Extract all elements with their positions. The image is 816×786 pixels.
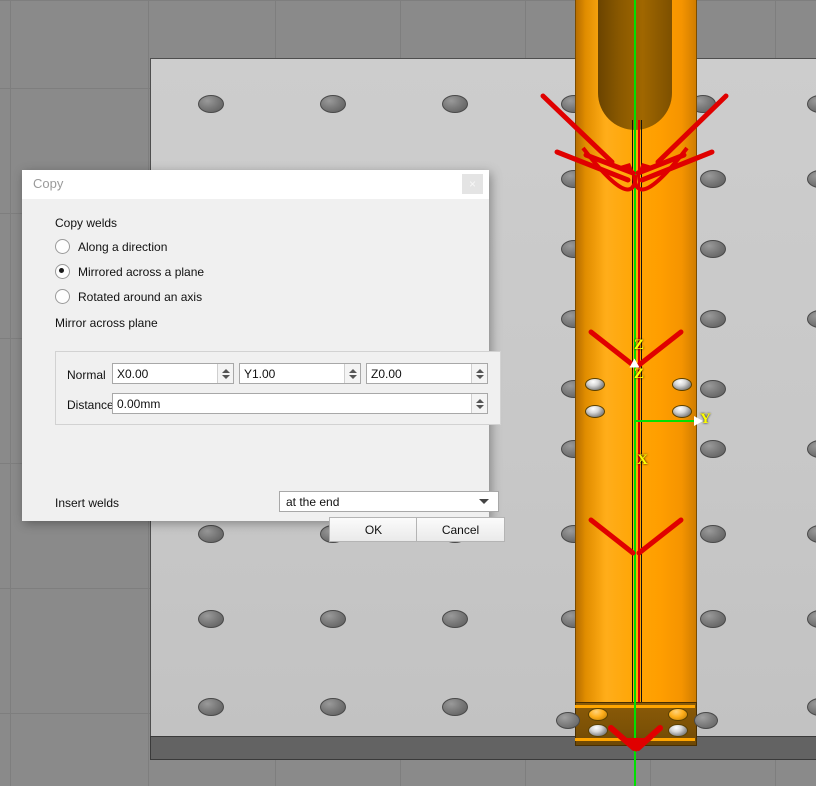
distance-label: Distance <box>67 398 114 412</box>
axis-arrowhead-z <box>629 358 640 368</box>
radio-label-mirrored-across-a-plane: Mirrored across a plane <box>78 264 205 279</box>
dialog-body: Copy welds Along a direction Mirrored ac… <box>22 199 505 542</box>
weld-chevron-lower <box>588 517 684 556</box>
normal-z-stepper[interactable] <box>471 364 487 383</box>
insert-welds-label: Insert welds <box>55 496 120 510</box>
close-icon[interactable]: × <box>462 174 483 194</box>
copy-dialog[interactable]: Copy × Copy welds Along a direction Mirr… <box>22 170 505 542</box>
distance-input[interactable] <box>113 394 471 413</box>
ok-button[interactable]: OK <box>329 517 418 542</box>
axis-label-z-upper: Z <box>634 337 645 353</box>
normal-y-input[interactable] <box>240 364 344 383</box>
radio-mirrored-across-a-plane[interactable]: Mirrored across a plane <box>55 264 204 279</box>
insert-welds-dropdown[interactable]: at the end <box>279 491 499 512</box>
radio-rotated-around-an-axis[interactable]: Rotated around an axis <box>55 289 202 304</box>
normal-z-input[interactable] <box>367 364 471 383</box>
normal-x-stepper[interactable] <box>217 364 233 383</box>
axis-line-y <box>636 420 696 422</box>
normal-y-stepper[interactable] <box>344 364 360 383</box>
radio-label-along-a-direction: Along a direction <box>78 239 168 254</box>
copy-welds-group-label: Copy welds <box>55 216 118 230</box>
distance-stepper[interactable] <box>471 394 487 413</box>
dialog-title: Copy <box>33 176 64 191</box>
normal-y-field[interactable] <box>239 363 361 384</box>
mirror-across-plane-group-label: Mirror across plane <box>55 316 158 330</box>
radio-along-a-direction[interactable]: Along a direction <box>55 239 167 254</box>
cancel-button[interactable]: Cancel <box>416 517 505 542</box>
normal-label: Normal <box>67 368 106 382</box>
normal-z-field[interactable] <box>366 363 488 384</box>
insert-welds-value: at the end <box>286 494 340 509</box>
distance-field[interactable] <box>112 393 488 414</box>
radio-indicator-along-a-direction[interactable] <box>55 239 70 254</box>
axis-label-y: Y <box>700 411 711 427</box>
dialog-title-bar[interactable]: Copy × <box>22 170 489 199</box>
axis-label-z-lower: Z <box>634 366 645 382</box>
weld-arc-top <box>581 146 689 192</box>
chevron-down-icon[interactable] <box>479 499 489 504</box>
axis-label-x: X <box>637 452 648 468</box>
radio-label-rotated-around-an-axis: Rotated around an axis <box>78 289 203 304</box>
normal-x-field[interactable] <box>112 363 234 384</box>
normal-x-input[interactable] <box>113 364 217 383</box>
radio-indicator-rotated-around-an-axis[interactable] <box>55 289 70 304</box>
radio-indicator-mirrored-across-a-plane[interactable] <box>55 264 70 279</box>
